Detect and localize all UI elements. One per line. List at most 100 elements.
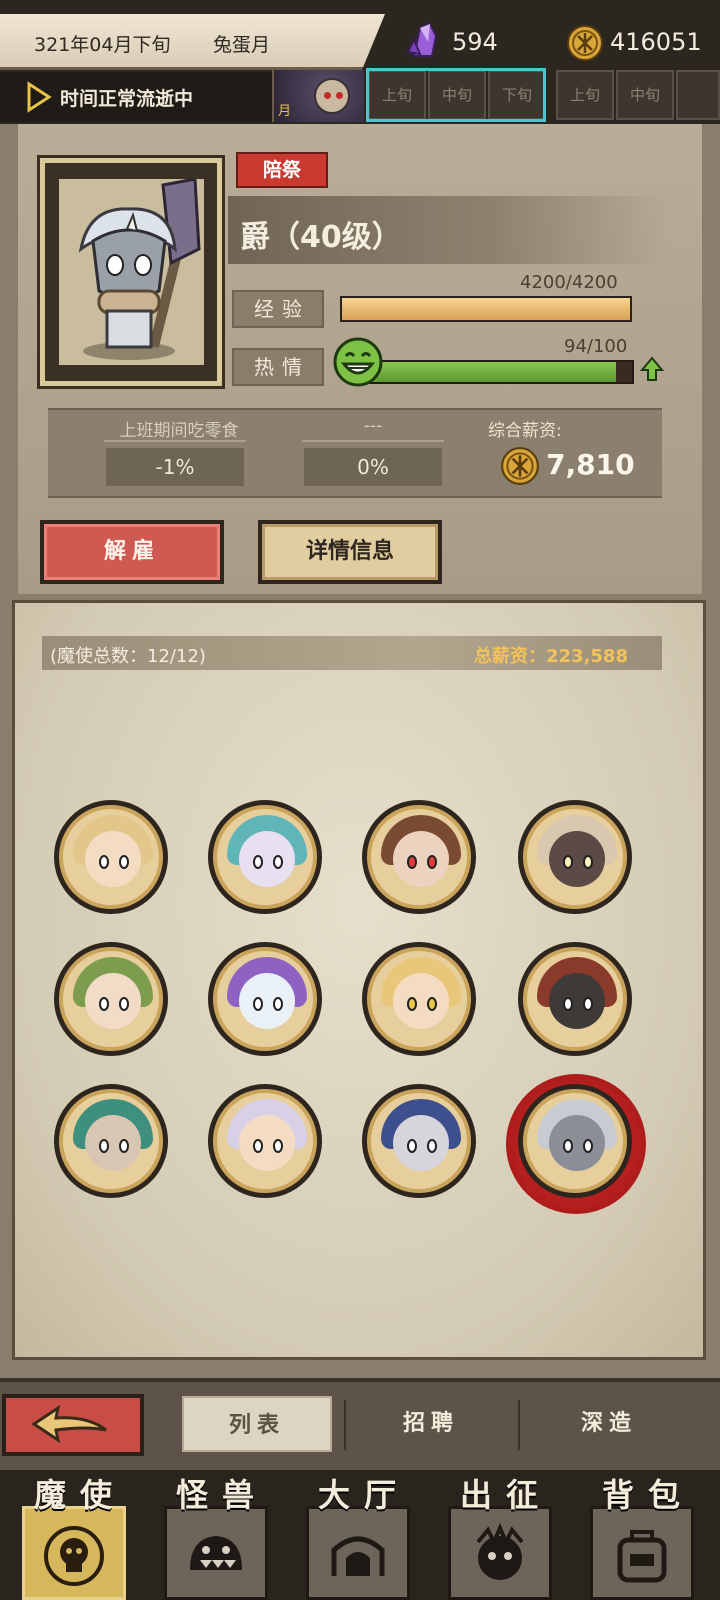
avatar-eye [119,1139,129,1153]
avatar-face [239,973,295,1029]
avatar-eye [407,1139,417,1153]
exp-label: 经验 [232,290,324,328]
backpack-icon [617,1530,667,1583]
salary-value: 7,810 [546,448,635,481]
fire-button[interactable]: 解雇 [40,520,224,584]
current-month-highlight [366,68,546,122]
month-thumb-label: 月 [278,104,292,119]
avatar-eye [273,1139,283,1153]
period-next-late[interactable] [676,70,720,120]
nav-expedition[interactable]: 出征 [434,1470,564,1600]
avatar-eye [427,997,437,1011]
avatar-eye [563,855,573,869]
nav-hall-label: 大厅 [317,1476,410,1514]
avatar-eye [119,997,129,1011]
avatar-face [239,831,295,887]
passion-bar [362,360,634,384]
avatar-eye [583,997,593,1011]
avatar-eye [583,1139,593,1153]
roster-avatar-mermaid[interactable] [54,1084,168,1198]
avatar-face [549,973,605,1029]
avatar-face [85,831,141,887]
details-button[interactable]: 详情信息 [258,520,442,584]
time-status-text: 时间正常流逝中 [60,88,194,110]
avatar-face [85,973,141,1029]
avatar-face [85,1115,141,1171]
empty-stat-title: --- [363,416,383,436]
crystal-count: 594 [452,28,498,56]
month-name: 兔蛋月 [213,34,271,56]
gold-coin-icon [567,25,603,61]
nav-demons[interactable]: 魔使 [8,1470,138,1600]
battle-icon [476,1522,524,1580]
roster-avatar-dark-eyeball[interactable] [518,942,632,1056]
roster-avatar-pumpkin-hat[interactable] [208,1084,322,1198]
month-thumbnail[interactable]: 月 [272,70,364,122]
nav-monsters-label: 怪兽 [175,1476,268,1514]
tab-train[interactable]: 深造 [534,1396,684,1452]
roster-avatar-dark-skin-horned[interactable] [518,800,632,914]
avatar-eye [99,1139,109,1153]
roster-avatar-horned-blonde[interactable] [54,800,168,914]
avatar-face [393,831,449,887]
avatar-eye [407,997,417,1011]
roster-avatar-mushroom-cap[interactable] [54,942,168,1056]
nav-monsters[interactable]: 怪兽 [150,1470,280,1600]
avatar-eye [563,1139,573,1153]
period-next-mid[interactable]: 中旬 [616,70,674,120]
avatar-face [239,1115,295,1171]
game-date: 321年04月下旬 [34,34,171,56]
tab-list[interactable]: 列表 [182,1396,332,1452]
nav-hall[interactable]: 大厅 [292,1470,422,1600]
character-portrait [40,158,222,386]
gold-count: 416051 [610,28,702,56]
empty-stat-value: 0% [304,448,442,486]
avatar-eye [563,997,573,1011]
rank-title: 爵（40级） [240,220,402,255]
nav-backpack-label: 背包 [601,1476,694,1514]
snack-stat-value: -1% [106,448,244,486]
roster-avatar-witch-hat[interactable] [362,942,476,1056]
up-arrow-icon [640,356,664,381]
avatar-eye [273,997,283,1011]
avatar-eye [253,997,263,1011]
avatar-eye [99,855,109,869]
roster-avatar-blue-hood-eye[interactable] [362,1084,476,1198]
avatar-face [549,831,605,887]
period-next-early[interactable]: 上旬 [556,70,614,120]
avatar-eye [119,855,129,869]
rabbit-egg-icon [314,78,350,114]
monster-face-icon [190,1536,242,1570]
exp-value: 4200/4200 [520,272,618,293]
avatar-face [393,1115,449,1171]
roster-avatar-purple-hood[interactable] [208,942,322,1056]
avatar-face [393,973,449,1029]
snack-stat-title: 上班期间吃零食 [119,421,239,441]
masked-beast-portrait [78,177,201,360]
purple-crystal-icon [406,22,438,57]
avatar-eye [427,1139,437,1153]
salary-title: 综合薪资: [488,421,562,441]
avatar-eye [407,855,417,869]
avatar-eye [273,855,283,869]
roster-avatar-teal-horned[interactable] [208,800,322,914]
nav-expedition-label: 出征 [459,1476,552,1514]
passion-bar-fill [364,362,616,382]
roster-total-salary: 总薪资：223,588 [474,646,628,667]
nav-demons-label: 魔使 [33,1476,126,1514]
roster-avatar-masked-beast-selected[interactable] [518,1084,632,1198]
skull-crest-icon [44,1526,104,1586]
back-arrow-icon[interactable] [30,1404,110,1444]
play-icon[interactable] [26,81,52,113]
roster-count: (魔使总数：12/12) [50,646,206,667]
hall-icon [331,1536,385,1576]
passion-value: 94/100 [564,336,628,357]
roster-avatar-brown-red-eyes[interactable] [362,800,476,914]
role-badge: 陪祭 [236,152,328,188]
gold-coin-icon [501,447,539,485]
avatar-eye [583,855,593,869]
nav-backpack[interactable]: 背包 [576,1470,706,1600]
avatar-eye [253,855,263,869]
avatar-face [549,1115,605,1171]
tab-recruit[interactable]: 招聘 [356,1396,506,1452]
